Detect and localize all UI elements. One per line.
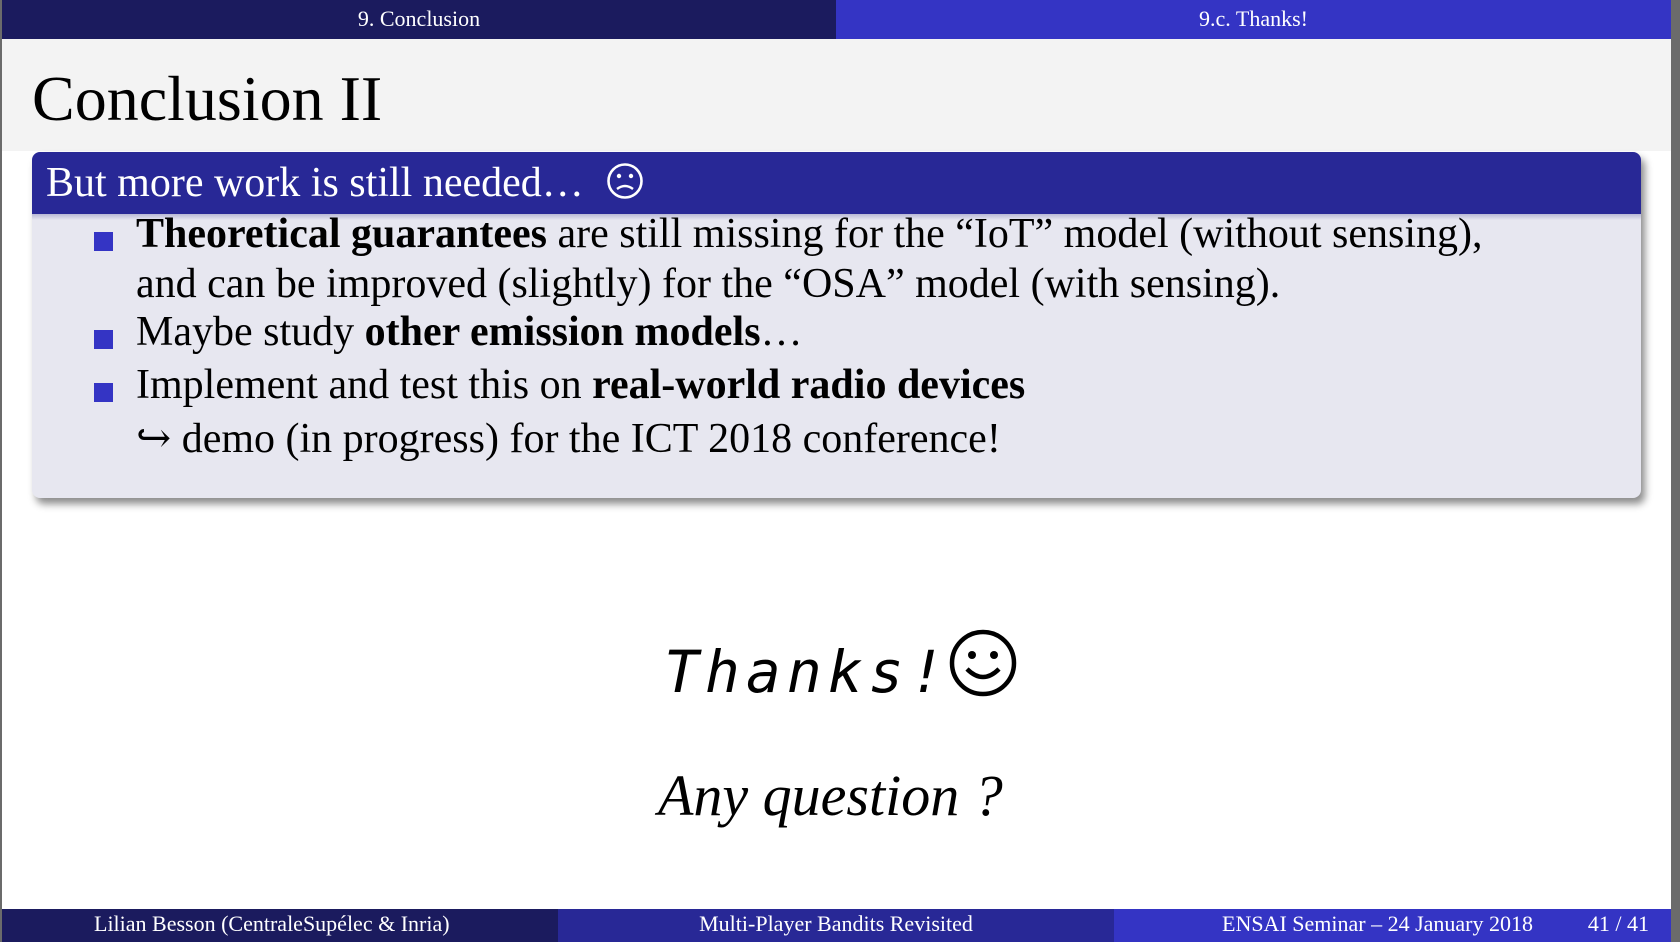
footer-bar: Lilian Besson (CentraleSupélec & Inria) … (2, 909, 1671, 942)
bullet-marker (94, 330, 113, 349)
nav-subsection-link[interactable]: 9.c. Thanks! (836, 0, 1671, 39)
smiling-face-icon (948, 628, 1018, 703)
footer-author-section: Lilian Besson (CentraleSupélec & Inria) (2, 909, 558, 942)
thanks-section: Thanks! (664, 628, 1064, 718)
item-bold-text: other emission models (364, 309, 761, 355)
item-line-1: Maybe study other emission models… (136, 308, 803, 356)
bullet-marker (94, 232, 113, 251)
item-text: are still missing for the “IoT” model (w… (546, 211, 1483, 257)
list-item: Maybe study other emission models… (32, 308, 1641, 364)
footer-event: ENSAI Seminar – 24 January 2018 (1222, 911, 1534, 936)
bullet-marker (94, 383, 113, 402)
item-line-2: ↪ demo (in progress) for the ICT 2018 co… (136, 413, 1001, 463)
thanks-text: Thanks! (664, 638, 951, 706)
footer-author: Lilian Besson (CentraleSupélec & Inria) (94, 911, 450, 936)
item-line-2: and can be improved (slightly) for the “… (136, 261, 1281, 307)
frowning-face-icon (606, 156, 644, 218)
any-question-text: Any question ? (658, 763, 1003, 828)
item-line-1: Implement and test this on real-world ra… (136, 361, 1025, 409)
item-bold-text: Theoretical guarantees (136, 211, 547, 257)
footer-page-number: 41 / 41 (1587, 911, 1649, 936)
item-line-1: Theoretical guarantees are still missing… (136, 210, 1482, 258)
list-item: Implement and test this on real-world ra… (32, 361, 1641, 471)
item-text: … (760, 309, 803, 355)
item-bold-text: real-world radio devices (592, 362, 1026, 408)
top-navigation-bar: 9. Conclusion 9.c. Thanks! (2, 0, 1671, 39)
nav-section-link[interactable]: 9. Conclusion (2, 0, 836, 39)
item-text: Implement and test this on (136, 362, 593, 408)
item-text: demo (in progress) for the ICT 2018 conf… (171, 416, 1001, 462)
block-title: But more work is still needed… (46, 160, 584, 206)
footer-event-section: ENSAI Seminar – 24 January 2018 41 / 41 (1114, 909, 1671, 942)
slide: 9. Conclusion 9.c. Thanks! Conclusion II… (2, 0, 1671, 942)
footer-talk-title: Multi-Player Bandits Revisited (699, 911, 973, 936)
item-text: Maybe study (136, 309, 365, 355)
hook-arrow-icon: ↪ (136, 416, 172, 462)
list-item: Theoretical guarantees are still missing… (32, 210, 1641, 320)
block-header: But more work is still needed… (32, 152, 1641, 220)
alert-block: But more work is still needed… Theoretic… (32, 152, 1641, 498)
footer-title-section: Multi-Player Bandits Revisited (558, 909, 1114, 942)
frame-title: Conclusion II (32, 63, 383, 134)
